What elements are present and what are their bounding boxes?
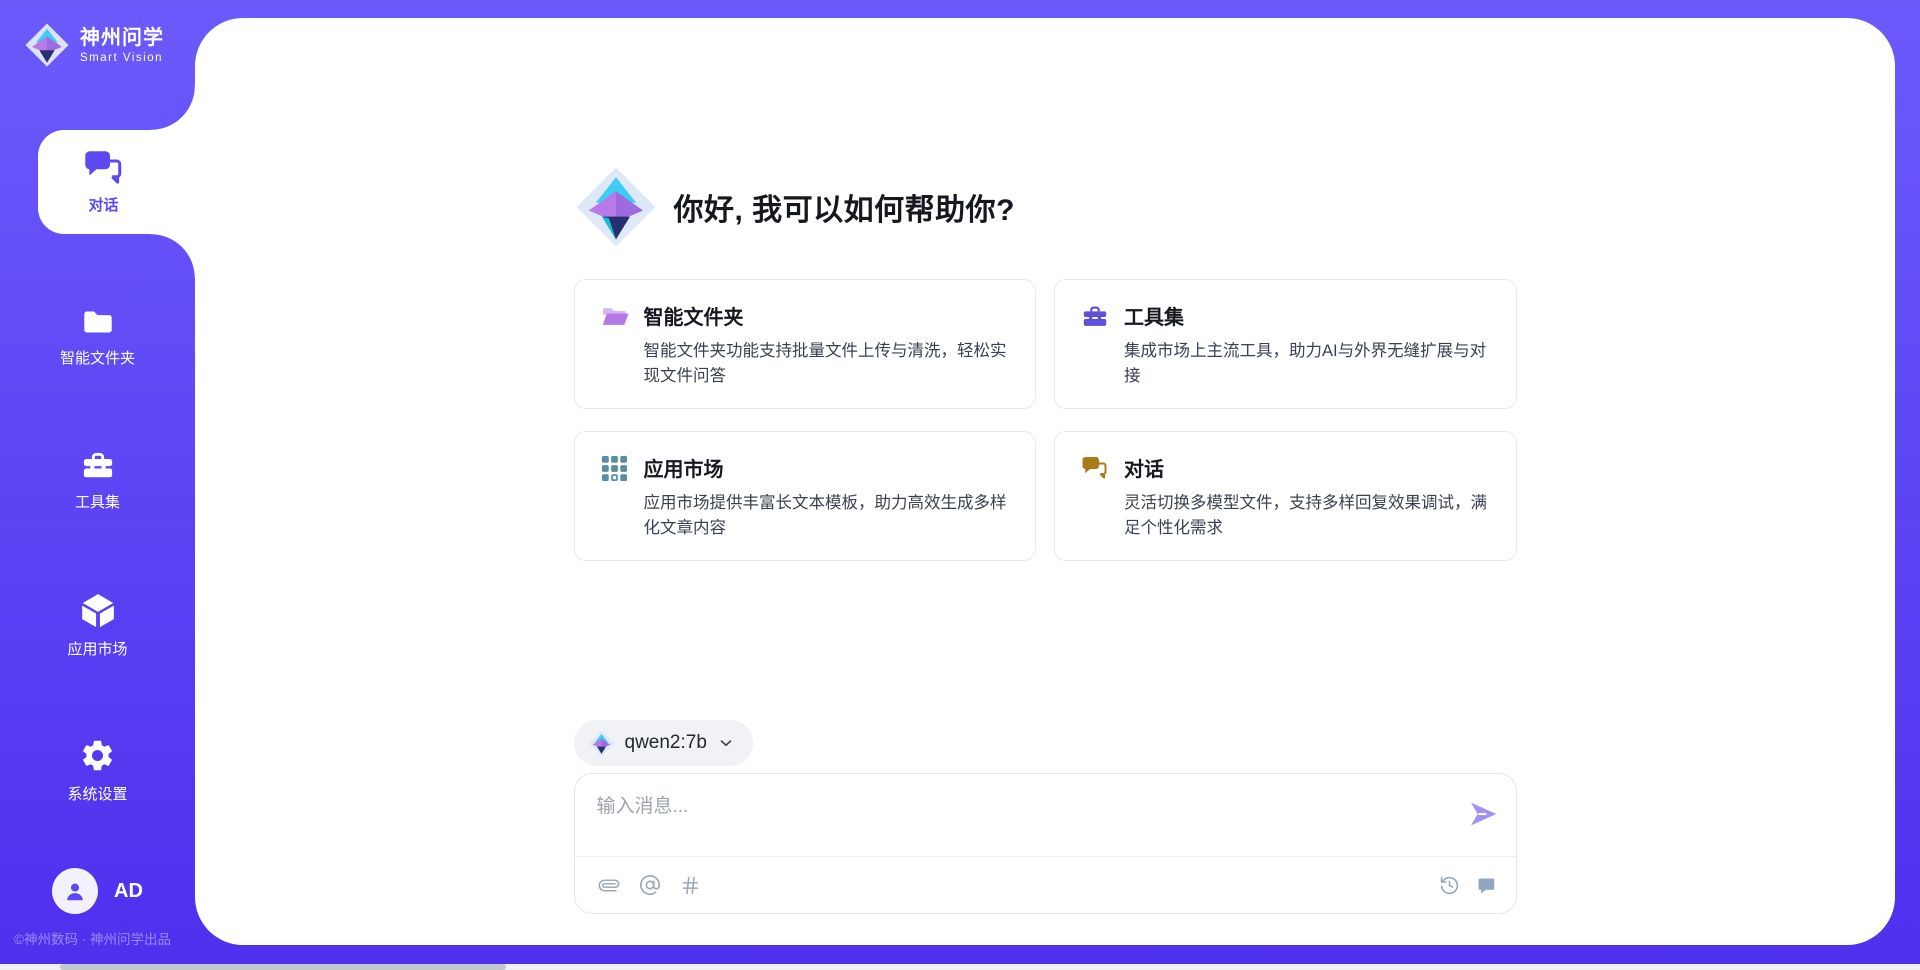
mention-button[interactable]	[639, 874, 661, 896]
sidebar-item-label: 应用市场	[67, 638, 127, 659]
attach-file-button[interactable]	[599, 874, 620, 897]
topic-button[interactable]	[680, 875, 701, 896]
send-arrow-icon	[1467, 799, 1499, 829]
quick-replies-button[interactable]	[1475, 875, 1496, 896]
quick-reply-icon	[1475, 875, 1496, 896]
card-title: 工具集	[1124, 301, 1490, 330]
diamond-logo-icon	[24, 22, 70, 68]
send-button[interactable]	[1466, 798, 1500, 832]
sidebar-item-label: 工具集	[75, 491, 120, 512]
avatar	[52, 868, 98, 914]
app-tagline: Smart Vision	[80, 52, 164, 64]
card-toolset[interactable]: 工具集 集成市场上主流工具，助力AI与外界无缝扩展与对接	[1054, 279, 1517, 409]
hash-icon	[680, 875, 701, 896]
app-name: 神州问学	[80, 27, 164, 49]
gear-icon	[79, 737, 116, 774]
sidebar-item-toolset[interactable]: 工具集	[0, 445, 195, 515]
sidebar-item-settings[interactable]: 系统设置	[0, 735, 195, 805]
message-input[interactable]	[597, 791, 1427, 849]
card-description: 集成市场上主流工具，助力AI与外界无缝扩展与对接	[1124, 339, 1490, 389]
card-title: 对话	[1124, 453, 1490, 482]
sidebar-item-label: 智能文件夹	[60, 347, 135, 368]
horizontal-scrollbar-thumb[interactable]	[60, 964, 506, 970]
page-title: 你好, 我可以如何帮助你?	[674, 185, 1016, 229]
open-folder-icon	[601, 303, 629, 329]
user-initials: AD	[114, 880, 143, 903]
card-description: 智能文件夹功能支持批量文件上传与清洗，轻松实现文件问答	[644, 339, 1010, 389]
history-button[interactable]	[1439, 875, 1460, 896]
briefcase-icon	[1081, 303, 1109, 330]
card-smart-folder[interactable]: 智能文件夹 智能文件夹功能支持批量文件上传与清洗，轻松实现文件问答	[574, 279, 1037, 409]
history-icon	[1439, 875, 1460, 896]
sidebar-item-app-market[interactable]: 应用市场	[0, 590, 195, 660]
card-app-market[interactable]: 应用市场 应用市场提供丰富长文本模板，助力高效生成多样化文章内容	[574, 431, 1037, 561]
card-chat[interactable]: 对话 灵活切换多模型文件，支持多样回复效果调试，满足个性化需求	[1054, 431, 1517, 561]
cube-icon	[79, 591, 117, 629]
greeting-block: 你好, 我可以如何帮助你?	[574, 165, 1517, 249]
sidebar-item-label: 系统设置	[67, 783, 127, 804]
sidebar-item-label: 对话	[88, 194, 118, 215]
diamond-logo-icon	[588, 730, 615, 757]
horizontal-scrollbar-track	[0, 964, 1920, 970]
sidebar-item-chat[interactable]: 对话	[38, 130, 195, 234]
model-selector[interactable]: qwen2:7b	[574, 720, 753, 766]
copyright-text: ©神州数码 · 神州问学出品	[14, 928, 209, 948]
paperclip-icon	[593, 869, 624, 900]
grid-icon	[601, 455, 628, 482]
briefcase-icon	[80, 449, 116, 482]
person-icon	[62, 878, 88, 904]
folder-icon	[80, 306, 116, 338]
card-title: 智能文件夹	[644, 301, 1010, 330]
card-description: 应用市场提供丰富长文本模板，助力高效生成多样化文章内容	[644, 491, 1010, 541]
card-description: 灵活切换多模型文件，支持多样回复效果调试，满足个性化需求	[1124, 491, 1490, 541]
sidebar: 神州问学 Smart Vision 对话 智能文件夹 工具集	[0, 0, 195, 970]
app-logo: 神州问学 Smart Vision	[24, 22, 164, 68]
sidebar-item-smart-folder[interactable]: 智能文件夹	[0, 302, 195, 372]
composer	[574, 773, 1517, 914]
diamond-logo-icon	[574, 165, 658, 249]
chat-bubbles-icon	[1081, 455, 1109, 480]
composer-toolbar	[575, 857, 1516, 913]
at-icon	[639, 874, 661, 896]
chat-bubbles-icon	[83, 149, 125, 185]
chevron-down-icon	[717, 734, 735, 752]
user-menu[interactable]: AD	[0, 868, 195, 914]
feature-cards: 智能文件夹 智能文件夹功能支持批量文件上传与清洗，轻松实现文件问答 工具集	[574, 279, 1517, 561]
main-panel: 你好, 我可以如何帮助你? 智能文件夹 智能文件夹功能支持批量文件上传与清洗，轻…	[195, 18, 1895, 945]
model-name: qwen2:7b	[625, 732, 707, 754]
card-title: 应用市场	[644, 453, 1010, 482]
